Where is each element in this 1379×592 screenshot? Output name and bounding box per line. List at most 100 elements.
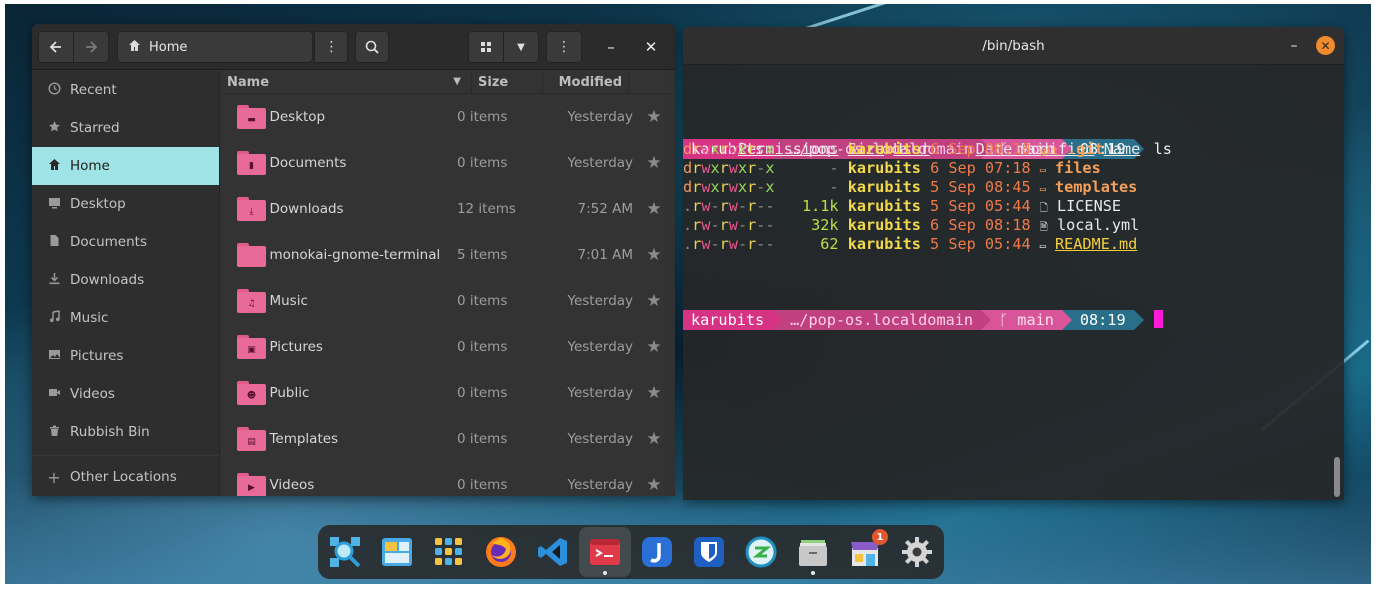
file-row[interactable]: ▶ Videos 0 items Yesterday ★ xyxy=(221,462,675,496)
ls-icon: ▭ xyxy=(1039,184,1046,195)
terminal-scrollbar[interactable] xyxy=(1334,457,1340,497)
star-icon[interactable]: ★ xyxy=(633,429,675,449)
sidebar-item-other-locations[interactable]: + Other Locations xyxy=(32,460,219,494)
path-bar-home[interactable]: Home xyxy=(117,31,313,63)
star-icon[interactable]: ★ xyxy=(633,153,675,173)
ls-perm-bit: w xyxy=(728,159,738,177)
app-grid-icon xyxy=(435,538,462,565)
folder-videos-icon: ▶ xyxy=(237,473,266,496)
column-header-name[interactable]: Name ▼ xyxy=(221,70,472,94)
star-icon[interactable]: ★ xyxy=(633,337,675,357)
column-header-modified[interactable]: Modified xyxy=(543,70,629,94)
dock-bitwarden[interactable] xyxy=(690,533,728,571)
ls-type: d xyxy=(683,159,693,177)
file-size: 12 items xyxy=(456,201,516,217)
ls-perm-bit: r xyxy=(719,197,729,215)
folder-documents-icon: ▮ xyxy=(237,151,266,175)
file-size: 0 items xyxy=(456,109,508,125)
dock-search-app[interactable] xyxy=(326,533,364,571)
prompt-command: ls xyxy=(1153,140,1172,158)
file-size: 5 items xyxy=(456,247,508,263)
back-button[interactable] xyxy=(38,31,74,63)
dock-terminal-app[interactable] xyxy=(586,533,624,571)
ls-icon: git xyxy=(1039,146,1058,157)
star-icon[interactable]: ★ xyxy=(633,383,675,403)
ls-date: 6 Sep 08:18 xyxy=(930,140,1031,158)
ls-entry-line: drwxrwxr-x - karubits 6 Sep 08:18 git .g… xyxy=(683,140,1104,159)
file-name: Videos xyxy=(269,477,315,493)
music-icon xyxy=(46,309,62,327)
sidebar-item-videos[interactable]: Videos xyxy=(32,375,219,413)
star-icon[interactable]: ★ xyxy=(633,245,675,265)
file-row[interactable]: ☻ Public 0 items Yesterday ★ xyxy=(221,370,675,416)
home-icon xyxy=(46,158,62,175)
ls-perm-bit: r xyxy=(747,178,757,196)
dock-app-grid[interactable] xyxy=(430,533,468,571)
terminal-cursor xyxy=(1153,310,1163,328)
main-menu-button[interactable]: ⋮ xyxy=(546,31,582,63)
dock-files-app[interactable] xyxy=(794,533,832,571)
minimize-button[interactable]: – xyxy=(1283,35,1305,57)
view-options-button[interactable]: ▼ xyxy=(503,31,539,63)
sidebar-item-downloads[interactable]: Downloads xyxy=(32,261,219,299)
sidebar-item-recent[interactable]: Recent xyxy=(32,71,219,109)
minimize-button[interactable]: – xyxy=(600,36,622,58)
sidebar-item-pictures[interactable]: Pictures xyxy=(32,337,219,375)
sidebar-item-desktop[interactable]: Desktop xyxy=(32,185,219,223)
star-icon xyxy=(46,120,62,137)
dock-vscode[interactable] xyxy=(534,533,572,571)
close-button[interactable]: ✕ xyxy=(640,36,662,58)
dock-firefox[interactable] xyxy=(482,533,520,571)
path-menu-button[interactable]: ⋮ xyxy=(314,31,348,63)
file-name: Documents xyxy=(269,155,347,171)
file-row[interactable]: ♫ Music 0 items Yesterday ★ xyxy=(221,278,675,324)
ls-size: 32k xyxy=(811,216,839,234)
file-name: Music xyxy=(269,293,308,309)
clock-icon xyxy=(46,81,62,99)
running-indicator xyxy=(811,571,815,575)
file-modified: Yesterday xyxy=(567,155,634,171)
file-row[interactable]: monokai-gnome-terminal 5 items 7:01 AM ★ xyxy=(221,232,675,278)
sidebar-separator xyxy=(32,455,219,456)
dock-settings-app[interactable] xyxy=(898,533,936,571)
star-icon[interactable]: ★ xyxy=(633,199,675,219)
dock-workspaces-app[interactable] xyxy=(378,533,416,571)
ls-name: LICENSE xyxy=(1057,197,1122,215)
sidebar-item-home[interactable]: Home xyxy=(32,147,219,185)
dock: 1 xyxy=(318,525,944,579)
dock-remote-desktop[interactable] xyxy=(742,533,780,571)
sidebar-item-documents[interactable]: Documents xyxy=(32,223,219,261)
video-icon xyxy=(46,386,62,403)
sidebar-item-rubbish-bin[interactable]: Rubbish Bin xyxy=(32,413,219,451)
dock-joplin[interactable] xyxy=(638,533,676,571)
view-grid-button[interactable] xyxy=(468,31,504,63)
star-icon[interactable]: ★ xyxy=(633,291,675,311)
file-row[interactable]: ⤓ Downloads 12 items 7:52 AM ★ xyxy=(221,186,675,232)
ls-perm-bit: x xyxy=(765,178,775,196)
ls-date: 5 Sep 05:44 xyxy=(930,197,1031,215)
ls-name: README.md xyxy=(1054,235,1138,253)
search-app-icon xyxy=(330,537,361,568)
dock-store-app[interactable]: 1 xyxy=(846,529,888,571)
file-row[interactable]: ▤ Templates 0 items Yesterday ★ xyxy=(221,416,675,462)
file-row[interactable]: ▣ Pictures 0 items Yesterday ★ xyxy=(221,324,675,370)
terminal-output[interactable]: karubits …/pop-os.localdomain ᚴ main 08:… xyxy=(683,65,1344,500)
sidebar-item-music[interactable]: Music xyxy=(32,299,219,337)
search-button[interactable] xyxy=(355,31,389,63)
ls-perm-bit: x xyxy=(765,159,775,177)
file-row[interactable]: ▮ Documents 0 items Yesterday ★ xyxy=(221,140,675,186)
column-header-size[interactable]: Size xyxy=(472,70,543,94)
file-row[interactable]: ▬ Desktop 0 items Yesterday ★ xyxy=(221,94,675,140)
ls-perm-bit: r xyxy=(747,140,757,158)
column-header-label: Modified xyxy=(558,74,622,90)
sidebar-item-label: Other Locations xyxy=(70,469,177,485)
kebab-menu-icon: ⋮ xyxy=(557,39,571,55)
minimize-icon: – xyxy=(607,38,615,56)
ls-perm-bit: - xyxy=(737,216,748,234)
forward-button[interactable] xyxy=(73,31,109,63)
star-icon[interactable]: ★ xyxy=(633,475,675,495)
close-button[interactable]: ✕ xyxy=(1316,36,1335,55)
star-icon[interactable]: ★ xyxy=(633,107,675,127)
files-app-icon xyxy=(799,540,827,566)
sidebar-item-starred[interactable]: Starred xyxy=(32,109,219,147)
